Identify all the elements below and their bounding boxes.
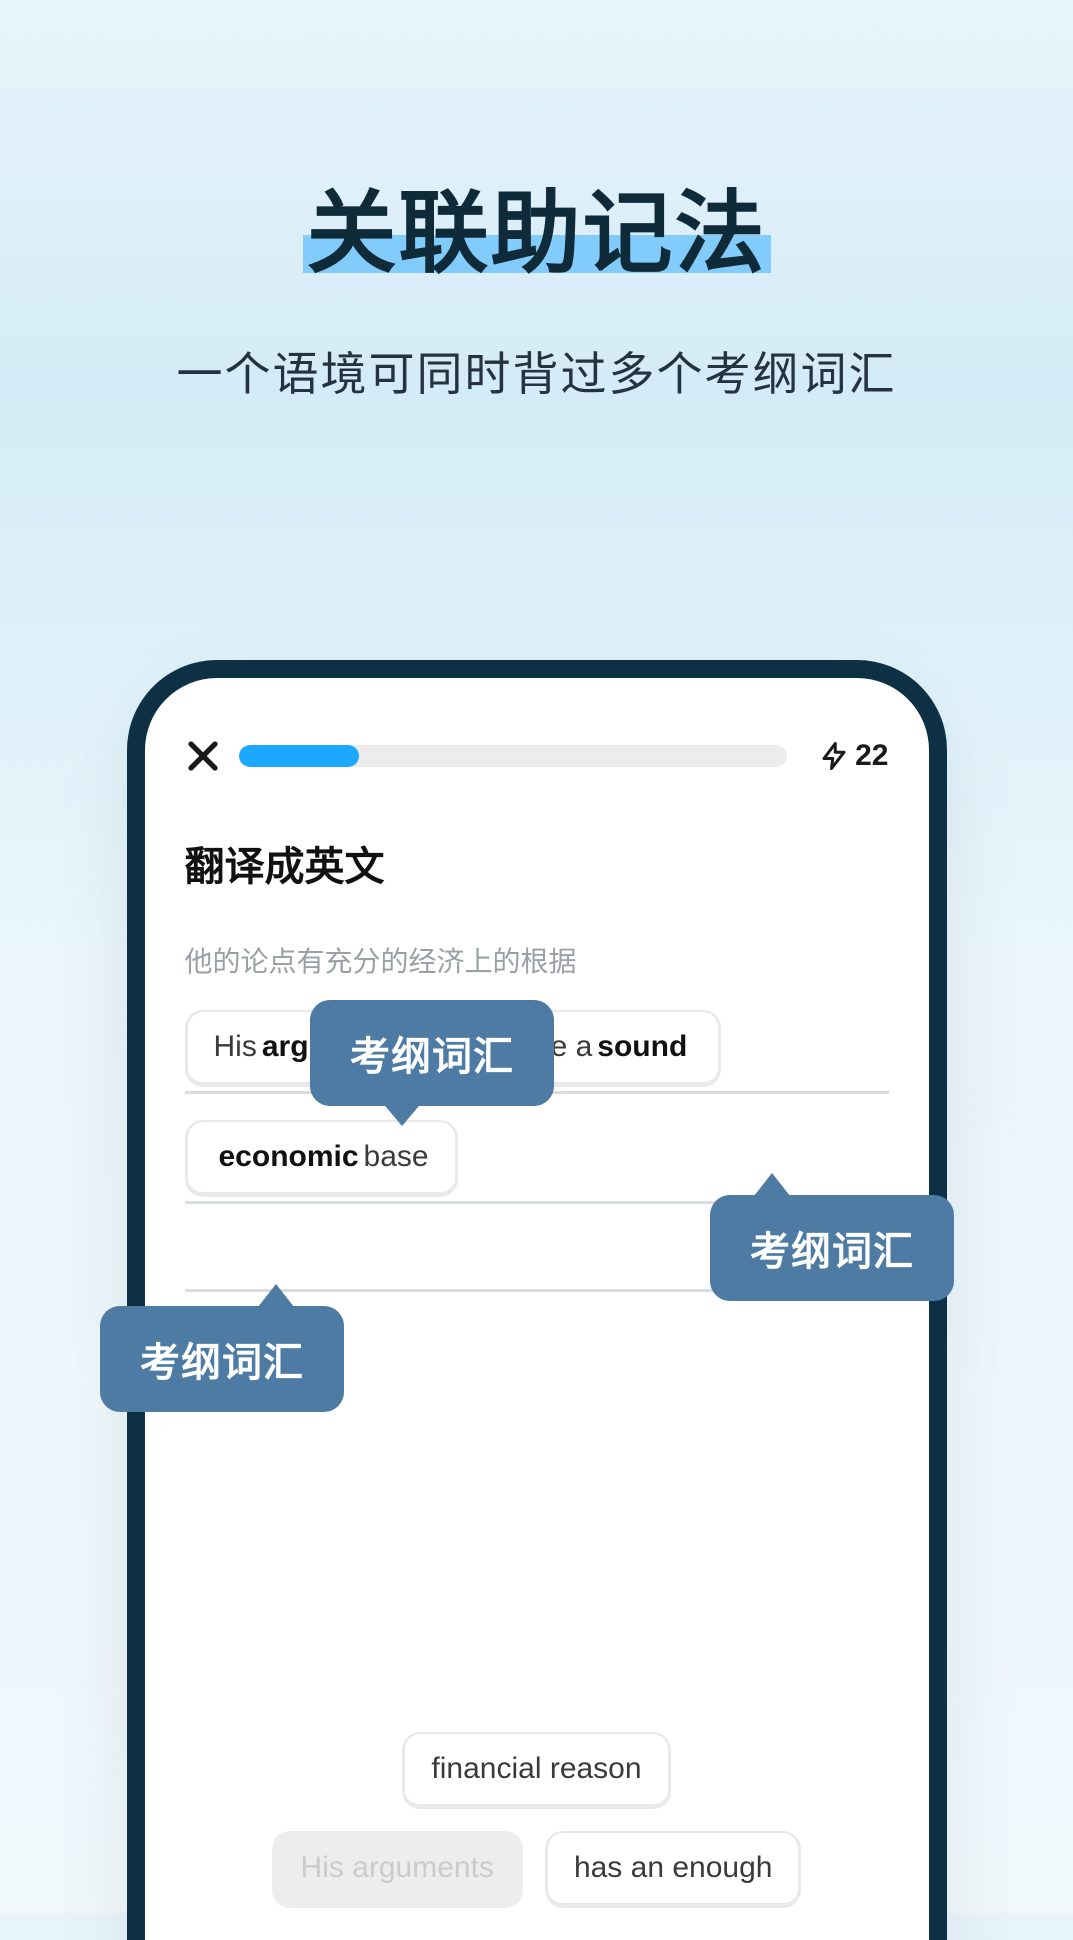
option-chip[interactable]: financial reason xyxy=(402,1732,670,1809)
energy-counter: 22 xyxy=(819,739,888,773)
hero: 关联助记法 一个语境可同时背过多个考纲词汇 xyxy=(0,0,1073,404)
chip-text: financial reason xyxy=(431,1752,641,1786)
task-title: 翻译成英文 xyxy=(185,834,889,892)
lesson-topbar: 22 xyxy=(185,738,889,774)
callout-tooltip: 考纲词汇 xyxy=(310,1000,554,1106)
progress-fill xyxy=(239,745,360,767)
tooltip-label: 考纲词汇 xyxy=(350,1035,514,1079)
option-bank: financial reason His arguments has an en… xyxy=(145,1732,929,1940)
chip-text: His xyxy=(214,1030,257,1064)
bolt-icon xyxy=(819,741,849,771)
answer-chip[interactable]: economic base xyxy=(185,1120,458,1197)
hero-subtitle: 一个语境可同时背过多个考纲词汇 xyxy=(0,338,1073,404)
energy-count: 22 xyxy=(855,739,888,773)
hero-title: 关联助记法 xyxy=(307,160,767,290)
tooltip-label: 考纲词汇 xyxy=(750,1230,914,1274)
callout-tooltip: 考纲词汇 xyxy=(710,1195,954,1301)
chip-bold: economic xyxy=(219,1140,359,1174)
progress-bar xyxy=(239,745,788,767)
chip-text: base xyxy=(364,1140,429,1174)
option-chip-used: His arguments xyxy=(272,1831,523,1908)
chip-text: has an enough xyxy=(574,1851,773,1885)
callout-tooltip: 考纲词汇 xyxy=(100,1306,344,1412)
chip-bold: sound xyxy=(597,1030,687,1064)
option-chip[interactable]: has an enough xyxy=(545,1831,802,1908)
close-icon[interactable] xyxy=(185,738,221,774)
prompt-text: 他的论点有充分的经济上的根据 xyxy=(185,940,889,980)
tooltip-label: 考纲词汇 xyxy=(140,1341,304,1385)
chip-text: His arguments xyxy=(301,1851,494,1885)
